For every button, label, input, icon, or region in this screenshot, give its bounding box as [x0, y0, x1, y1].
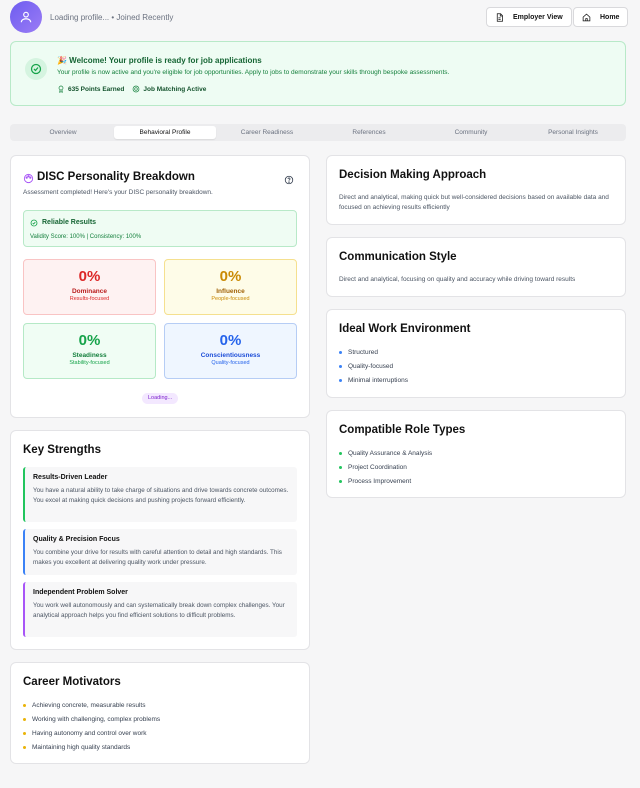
list-item: Achieving concrete, measurable results	[23, 698, 160, 712]
strength-item: Quality & Precision Focus You combine yo…	[23, 529, 297, 575]
reliable-text: Validity Score: 100% | Consistency: 100%	[30, 234, 142, 240]
list-item: Structured	[339, 345, 408, 359]
check-circle-icon	[30, 219, 38, 227]
decision-text: Direct and analytical, making quick but …	[339, 194, 609, 211]
target-icon	[133, 85, 140, 93]
communication-style-card: Communication Style Direct and analytica…	[326, 237, 626, 297]
loading-badge: Loading...	[142, 393, 179, 404]
strength-title: Quality & Precision Focus	[33, 536, 120, 543]
disc-breakdown-card: DISC Personality Breakdown Assessment co…	[10, 155, 310, 418]
palette-icon	[23, 171, 34, 189]
disc-subtitle: Assessment completed! Here's your DISC p…	[23, 189, 213, 196]
environment-title: Ideal Work Environment	[339, 323, 471, 335]
steadiness-box: 0% Steadiness Stability-focused	[23, 323, 156, 379]
decision-title: Decision Making Approach	[339, 169, 487, 181]
home-icon	[582, 13, 591, 21]
influence-sub: People-focused	[211, 296, 250, 302]
welcome-banner: 🎉 Welcome! Your profile is ready for job…	[10, 41, 626, 106]
reliable-title: Reliable Results	[42, 219, 97, 226]
compatible-roles-card: Compatible Role Types Quality Assurance …	[326, 410, 626, 498]
dominance-percent: 0%	[78, 268, 101, 285]
home-button[interactable]: Home	[573, 7, 629, 27]
communication-text: Direct and analytical, focusing on quali…	[339, 276, 576, 283]
dominance-box: 0% Dominance Results-focused	[23, 259, 156, 315]
tab-career-readiness[interactable]: Career Readiness	[216, 126, 318, 139]
strength-title: Independent Problem Solver	[33, 589, 128, 596]
motivators-title: Career Motivators	[23, 676, 121, 688]
home-label: Home	[600, 13, 620, 21]
conscientiousness-label: Conscientiousness	[200, 352, 261, 359]
list-item: Minimal interruptions	[339, 373, 408, 387]
steadiness-percent: 0%	[78, 332, 101, 349]
list-item: Working with challenging, complex proble…	[23, 712, 160, 726]
steadiness-label: Steadiness	[72, 352, 107, 359]
points-earned-badge: 635 Points Earned	[57, 85, 124, 93]
dominance-label: Dominance	[71, 288, 108, 295]
check-circle-icon	[25, 58, 47, 80]
reliable-results-box: Reliable Results Validity Score: 100% | …	[23, 210, 297, 247]
tab-overview[interactable]: Overview	[12, 126, 114, 139]
dominance-sub: Results-focused	[69, 296, 110, 302]
environment-list: Structured Quality-focused Minimal inter…	[339, 345, 408, 387]
document-icon	[496, 12, 503, 22]
decision-making-card: Decision Making Approach Direct and anal…	[326, 155, 626, 225]
list-item: Having autonomy and control over work	[23, 726, 160, 740]
roles-list: Quality Assurance & Analysis Project Coo…	[339, 446, 432, 488]
communication-title: Communication Style	[339, 251, 457, 263]
page-header: Loading profile... • Joined Recently Emp…	[0, 0, 640, 36]
tab-references[interactable]: References	[318, 126, 420, 139]
list-item: Process Improvement	[339, 474, 432, 488]
motivators-list: Achieving concrete, measurable results W…	[23, 698, 160, 754]
strength-text: You combine your drive for results with …	[33, 549, 282, 566]
tab-personal-insights[interactable]: Personal Insights	[522, 126, 624, 139]
strength-item: Results-Driven Leader You have a natural…	[23, 467, 297, 522]
list-item: Project Coordination	[339, 460, 432, 474]
work-environment-card: Ideal Work Environment Structured Qualit…	[326, 309, 626, 398]
key-strengths-card: Key Strengths Results-Driven Leader You …	[10, 430, 310, 650]
roles-title: Compatible Role Types	[339, 424, 466, 436]
strengths-title: Key Strengths	[23, 444, 101, 456]
influence-label: Influence	[216, 288, 245, 295]
strength-title: Results-Driven Leader	[33, 474, 108, 481]
tab-behavioral-profile[interactable]: Behavioral Profile	[114, 126, 216, 139]
conscientiousness-sub: Quality-focused	[211, 360, 250, 366]
profile-status-text: Loading profile... • Joined Recently	[50, 13, 174, 22]
tab-community[interactable]: Community	[420, 126, 522, 139]
career-motivators-card: Career Motivators Achieving concrete, me…	[10, 662, 310, 764]
influence-percent: 0%	[219, 268, 242, 285]
steadiness-sub: Stability-focused	[69, 360, 110, 366]
list-item: Quality Assurance & Analysis	[339, 446, 432, 460]
conscientiousness-box: 0% Conscientiousness Quality-focused	[164, 323, 297, 379]
user-icon	[20, 11, 32, 23]
list-item: Maintaining high quality standards	[23, 740, 160, 754]
trophy-icon	[58, 85, 64, 93]
conscientiousness-percent: 0%	[219, 332, 242, 349]
list-item: Quality-focused	[339, 359, 408, 373]
employer-view-button[interactable]: Employer View	[486, 7, 572, 27]
employer-view-label: Employer View	[513, 13, 563, 21]
job-matching-badge: Job Matching Active	[132, 85, 206, 93]
strength-text: You have a natural ability to take charg…	[33, 487, 289, 504]
influence-box: 0% Influence People-focused	[164, 259, 297, 315]
strength-text: You work well autonomously and can syste…	[33, 602, 285, 619]
strength-item: Independent Problem Solver You work well…	[23, 582, 297, 637]
banner-subtitle: Your profile is now active and you're el…	[57, 69, 450, 76]
profile-tabs: Overview Behavioral Profile Career Readi…	[10, 124, 626, 141]
avatar[interactable]	[10, 1, 42, 33]
banner-title: 🎉 Welcome! Your profile is ready for job…	[57, 56, 262, 65]
disc-title: DISC Personality Breakdown	[37, 171, 195, 183]
help-icon[interactable]	[284, 172, 294, 190]
